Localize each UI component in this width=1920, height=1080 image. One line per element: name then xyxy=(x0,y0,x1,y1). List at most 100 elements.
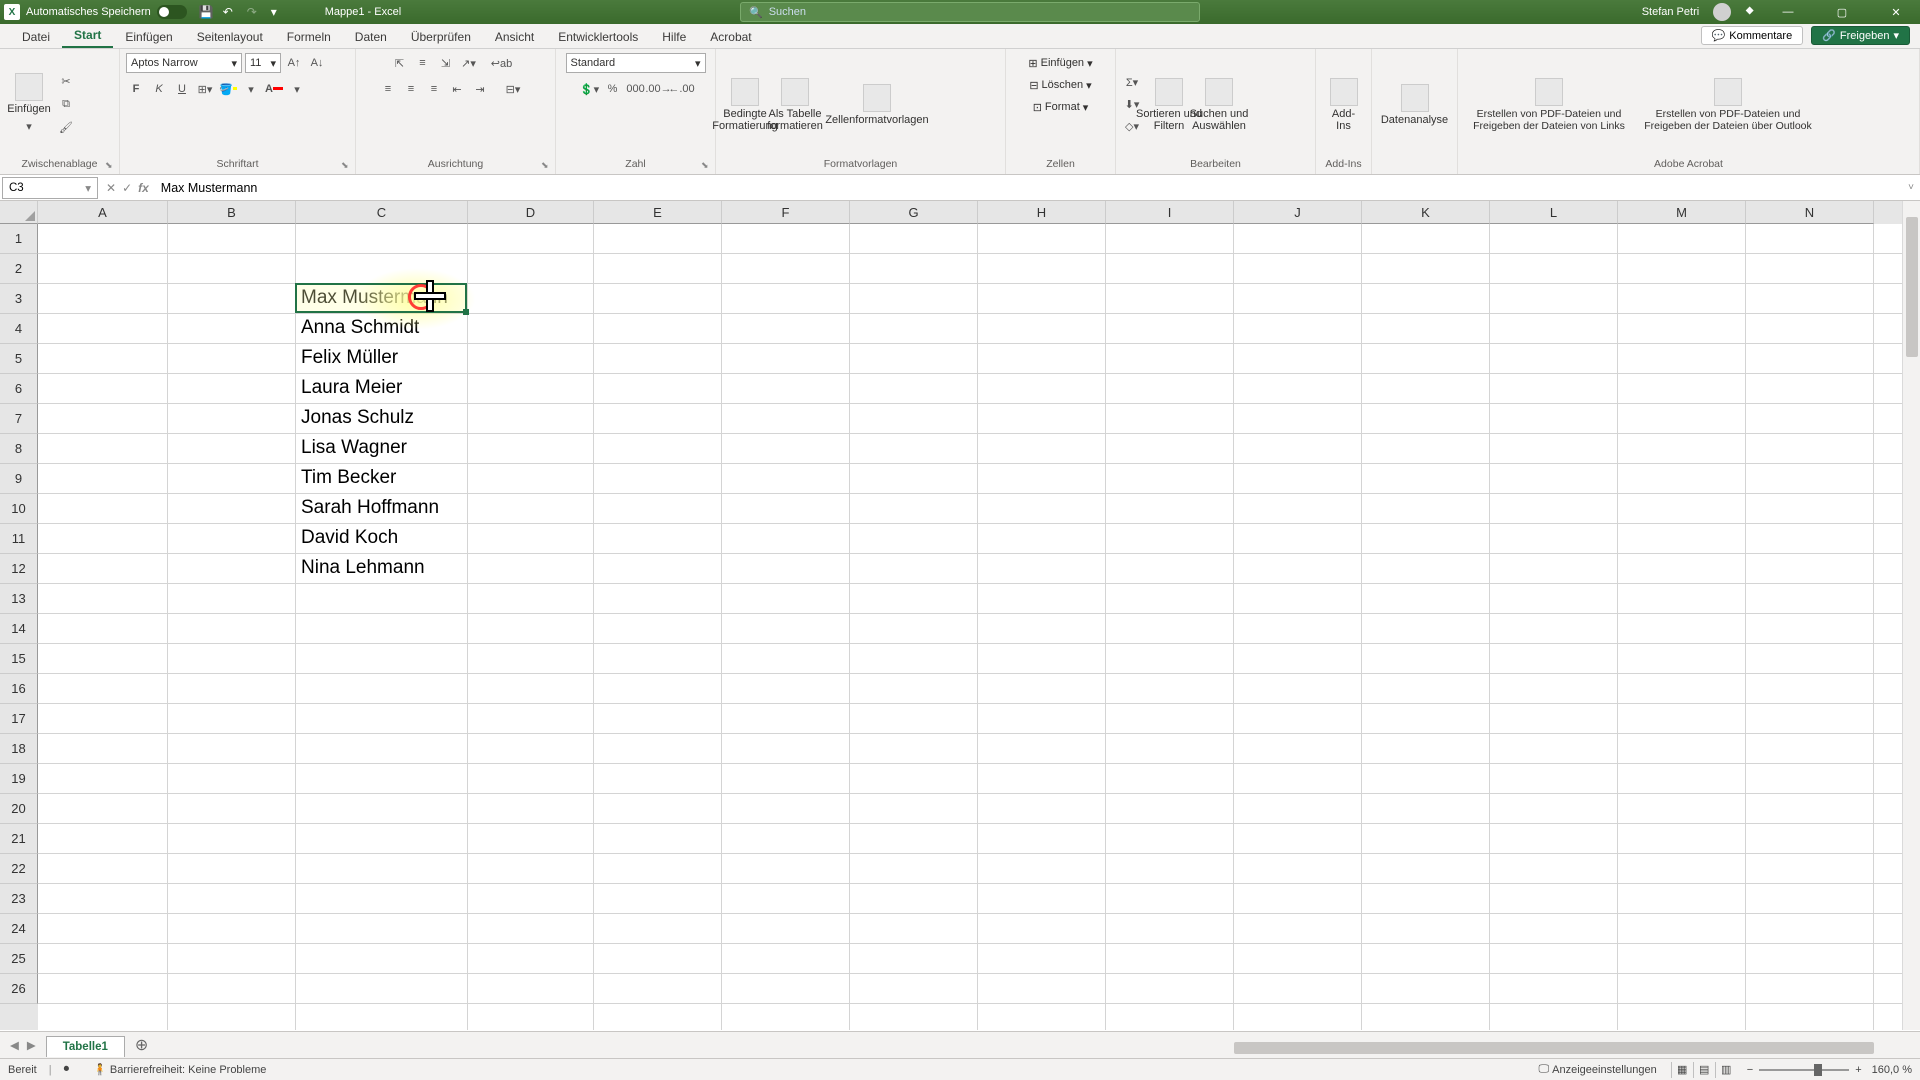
cell[interactable]: Jonas Schulz xyxy=(298,404,417,429)
number-format-select[interactable]: Standard▾ xyxy=(566,53,706,73)
dialog-launcher-icon[interactable]: ⬊ xyxy=(541,160,553,172)
display-settings-label[interactable]: Anzeigeeinstellungen xyxy=(1552,1064,1657,1076)
format-cells-button[interactable]: ⊡ Format ▾ xyxy=(1026,97,1096,117)
row-header[interactable]: 4 xyxy=(0,314,38,344)
tab-ansicht[interactable]: Ansicht xyxy=(483,26,546,48)
align-top-icon[interactable]: ⇱ xyxy=(390,53,410,73)
redo-icon[interactable]: ↷ xyxy=(247,5,261,19)
tab-überprüfen[interactable]: Überprüfen xyxy=(399,26,483,48)
align-bottom-icon[interactable]: ⇲ xyxy=(436,53,456,73)
sheet-next-icon[interactable]: ▶ xyxy=(27,1038,36,1052)
accounting-icon[interactable]: 💲▾ xyxy=(580,79,600,99)
display-settings-icon[interactable]: 🖵 xyxy=(1538,1063,1549,1076)
align-left-icon[interactable]: ≡ xyxy=(378,79,398,99)
column-header[interactable]: B xyxy=(168,201,296,224)
indent-increase-icon[interactable]: ⇥ xyxy=(470,79,490,99)
bold-button[interactable]: F xyxy=(126,79,146,99)
tab-einfügen[interactable]: Einfügen xyxy=(113,26,184,48)
column-header[interactable]: N xyxy=(1746,201,1874,224)
tab-daten[interactable]: Daten xyxy=(343,26,399,48)
grow-font-icon[interactable]: A↑ xyxy=(284,53,304,73)
autosave-toggle[interactable]: Automatisches Speichern xyxy=(26,5,187,19)
maximize-button[interactable]: ▢ xyxy=(1822,0,1862,24)
data-analysis-button[interactable]: Datenanalyse xyxy=(1378,82,1451,128)
name-box[interactable]: C3▾ xyxy=(2,177,98,199)
autosum-icon[interactable]: Σ▾ xyxy=(1122,73,1142,93)
tab-formeln[interactable]: Formeln xyxy=(275,26,343,48)
cell[interactable]: David Koch xyxy=(298,524,401,549)
cell[interactable]: Sarah Hoffmann xyxy=(298,494,442,519)
font-size-select[interactable]: 11▾ xyxy=(245,53,281,73)
search-box[interactable]: 🔍 Suchen xyxy=(740,2,1200,22)
underline-button[interactable]: U xyxy=(172,79,192,99)
row-header[interactable]: 3 xyxy=(0,284,38,314)
dialog-launcher-icon[interactable]: ⬊ xyxy=(341,160,353,172)
cell[interactable]: Anna Schmidt xyxy=(298,314,422,339)
increase-decimal-icon[interactable]: .00→ xyxy=(649,79,669,99)
diamond-icon[interactable]: ⯁ xyxy=(1745,6,1754,19)
column-header[interactable]: J xyxy=(1234,201,1362,224)
row-header[interactable]: 17 xyxy=(0,704,38,734)
sort-filter-button[interactable]: Sortieren und Filtern xyxy=(1146,76,1192,134)
copy-icon[interactable]: ⧉ xyxy=(56,95,76,115)
percent-icon[interactable]: % xyxy=(603,79,623,99)
share-button[interactable]: 🔗 Freigeben ▾ xyxy=(1811,26,1910,45)
row-header[interactable]: 22 xyxy=(0,854,38,884)
tab-hilfe[interactable]: Hilfe xyxy=(650,26,698,48)
row-header[interactable]: 15 xyxy=(0,644,38,674)
row-header[interactable]: 10 xyxy=(0,494,38,524)
row-header[interactable]: 23 xyxy=(0,884,38,914)
column-header[interactable]: H xyxy=(978,201,1106,224)
cell[interactable]: Nina Lehmann xyxy=(298,554,428,579)
cell[interactable]: Lisa Wagner xyxy=(298,434,410,459)
row-header[interactable]: 20 xyxy=(0,794,38,824)
avatar[interactable] xyxy=(1713,3,1731,21)
create-pdf-outlook-button[interactable]: Erstellen von PDF-Dateien und Freigeben … xyxy=(1638,76,1818,134)
column-header[interactable]: F xyxy=(722,201,850,224)
thousands-icon[interactable]: 000 xyxy=(626,79,646,99)
cells-area[interactable]: Max MustermannAnna SchmidtFelix MüllerLa… xyxy=(38,224,1902,1030)
column-header[interactable]: K xyxy=(1362,201,1490,224)
zoom-in-icon[interactable]: + xyxy=(1855,1064,1861,1076)
cell[interactable]: Max Mustermann xyxy=(298,284,451,309)
minimize-button[interactable]: — xyxy=(1768,0,1808,24)
column-header[interactable]: A xyxy=(38,201,168,224)
qat-more-icon[interactable]: ▾ xyxy=(271,5,285,19)
row-header[interactable]: 6 xyxy=(0,374,38,404)
column-header[interactable]: M xyxy=(1618,201,1746,224)
align-center-icon[interactable]: ≡ xyxy=(401,79,421,99)
row-header[interactable]: 13 xyxy=(0,584,38,614)
row-header[interactable]: 12 xyxy=(0,554,38,584)
horizontal-scrollbar[interactable] xyxy=(1216,1040,1896,1056)
view-page-break-icon[interactable]: ▥ xyxy=(1715,1062,1737,1078)
row-headers[interactable]: 1234567891011121314151617181920212223242… xyxy=(0,224,38,1030)
border-icon[interactable]: ⊞▾ xyxy=(195,79,215,99)
row-header[interactable]: 14 xyxy=(0,614,38,644)
chevron-down-icon[interactable]: ▾ xyxy=(241,79,261,99)
format-painter-icon[interactable]: 🖌 xyxy=(56,118,76,138)
tab-datei[interactable]: Datei xyxy=(10,26,62,48)
create-pdf-links-button[interactable]: Erstellen von PDF-Dateien und Freigeben … xyxy=(1464,76,1634,134)
column-header[interactable]: E xyxy=(594,201,722,224)
delete-cells-button[interactable]: ⊟ Löschen ▾ xyxy=(1022,75,1098,95)
tab-start[interactable]: Start xyxy=(62,24,113,48)
dialog-launcher-icon[interactable]: ⬊ xyxy=(105,160,117,172)
sheet-prev-icon[interactable]: ◀ xyxy=(10,1038,19,1052)
close-button[interactable]: ✕ xyxy=(1876,0,1916,24)
zoom-slider[interactable]: − + xyxy=(1747,1064,1862,1076)
shrink-font-icon[interactable]: A↓ xyxy=(307,53,327,73)
row-header[interactable]: 25 xyxy=(0,944,38,974)
row-header[interactable]: 21 xyxy=(0,824,38,854)
column-header[interactable]: I xyxy=(1106,201,1234,224)
row-header[interactable]: 18 xyxy=(0,734,38,764)
column-header[interactable]: C xyxy=(296,201,468,224)
zoom-level[interactable]: 160,0 % xyxy=(1872,1064,1912,1076)
row-header[interactable]: 11 xyxy=(0,524,38,554)
paste-button[interactable]: Einfügen▾ xyxy=(6,71,52,139)
user-name[interactable]: Stefan Petri xyxy=(1642,6,1699,18)
view-normal-icon[interactable]: ▦ xyxy=(1671,1062,1693,1078)
conditional-format-button[interactable]: Bedingte Formatierung xyxy=(722,76,768,134)
font-color-button[interactable]: A xyxy=(264,79,284,99)
chevron-down-icon[interactable]: ▾ xyxy=(287,79,307,99)
undo-icon[interactable]: ↶ xyxy=(223,5,237,19)
